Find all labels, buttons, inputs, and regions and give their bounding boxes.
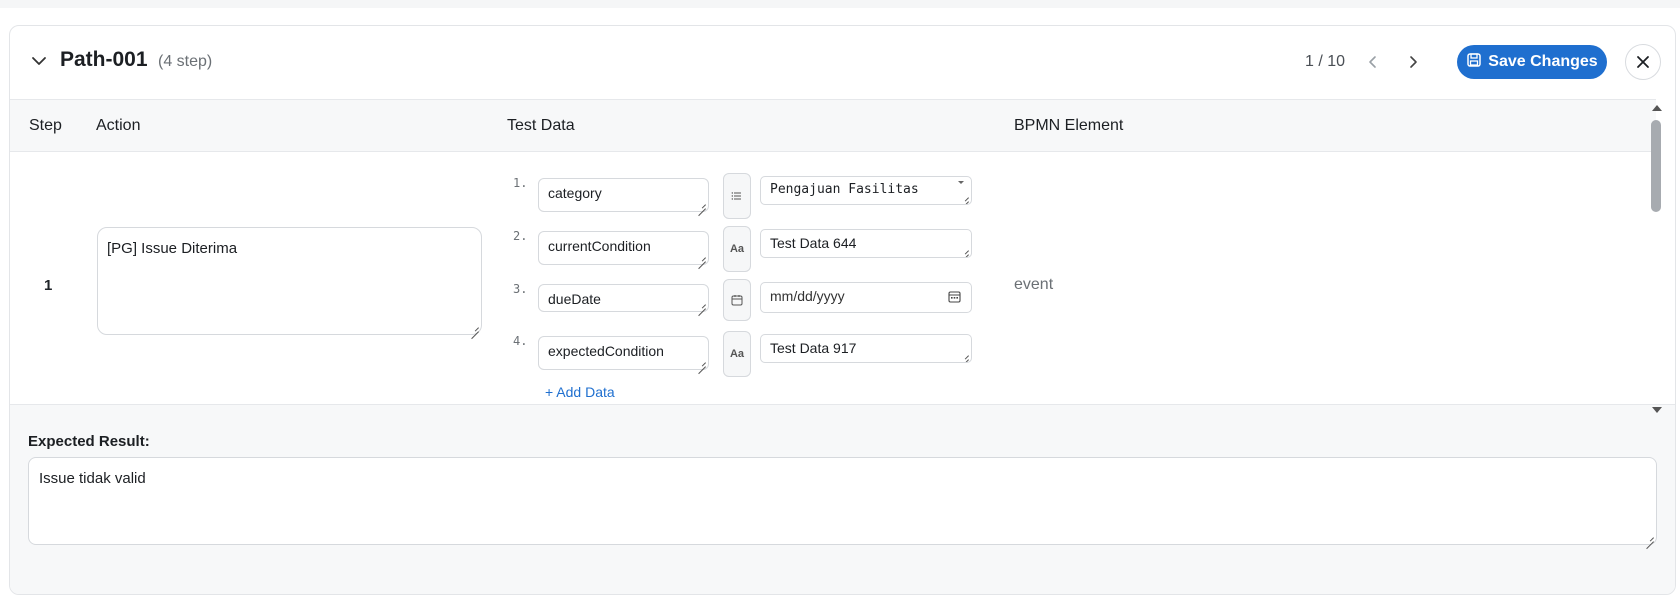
test-data-value-select[interactable]: Pengajuan Fasilitas [760, 176, 972, 205]
save-changes-label: Save Changes [1488, 53, 1598, 70]
save-icon [1466, 52, 1482, 73]
column-header-action: Action [96, 117, 141, 134]
resize-handle-icon[interactable] [470, 323, 479, 332]
test-data-value-text: Pengajuan Fasilitas [770, 182, 919, 197]
resize-handle-icon[interactable] [960, 193, 969, 202]
test-data-key-input[interactable]: dueDate [538, 284, 709, 312]
type-toggle-button[interactable]: Aa [723, 226, 751, 272]
test-data-value-input[interactable]: Test Data 644 [760, 229, 972, 258]
test-data-value-text: Test Data 917 [770, 340, 857, 356]
save-changes-button[interactable]: Save Changes [1457, 45, 1607, 79]
chevron-left-icon [1369, 56, 1376, 68]
test-data-key-text: category [548, 185, 602, 201]
test-data-value-text: Test Data 644 [770, 235, 857, 251]
test-data-item: 2. currentCondition Aa Test Data 644 [513, 226, 983, 275]
test-data-item: 3. dueDate mm/dd/yyyy [513, 279, 983, 328]
test-data-key-input[interactable]: expectedCondition [538, 336, 709, 370]
next-path-button[interactable] [1401, 50, 1425, 74]
scroll-down-arrow-icon[interactable] [1652, 407, 1662, 413]
test-data-key-text: currentCondition [548, 238, 651, 254]
chevron-down-icon[interactable] [30, 52, 48, 70]
test-data-key-input[interactable]: category [538, 178, 709, 212]
resize-handle-icon[interactable] [960, 351, 969, 360]
calendar-icon [731, 295, 743, 306]
bpmn-element-value: event [1014, 276, 1054, 293]
test-data-number: 2. [513, 229, 528, 243]
action-textarea[interactable]: [PG] Issue Diterima [97, 227, 482, 335]
scrollbar-thumb[interactable] [1651, 120, 1661, 212]
resize-handle-icon[interactable] [697, 358, 706, 367]
steps-table: Step Action Test Data BPMN Element 1 [PG… [10, 99, 1656, 404]
text-type-icon: Aa [729, 348, 745, 360]
dropdown-icon[interactable] [952, 177, 969, 189]
column-header-bpmn-element: BPMN Element [1014, 117, 1124, 134]
date-placeholder: mm/dd/yyyy [770, 288, 845, 304]
test-data-key-text: dueDate [548, 291, 601, 307]
column-header-step: Step [29, 117, 62, 134]
test-data-item: 1. category Pengajuan Fasilitas [513, 173, 983, 222]
scroll-up-arrow-icon[interactable] [1652, 105, 1662, 111]
due-date-input[interactable]: mm/dd/yyyy [760, 282, 972, 313]
column-header-test-data: Test Data [507, 117, 575, 134]
calendar-picker-icon[interactable] [948, 290, 961, 306]
test-data-item: 4. expectedCondition Aa Test Data 917 [513, 331, 983, 380]
step-number: 1 [44, 277, 53, 294]
expected-result-section: Expected Result: Issue tidak valid [10, 404, 1675, 594]
prev-path-button[interactable] [1361, 50, 1385, 74]
resize-handle-icon[interactable] [697, 200, 706, 209]
path-title: Path-001 [60, 48, 148, 71]
test-data-key-text: expectedCondition [548, 343, 664, 359]
table-scrollbar[interactable] [1648, 98, 1664, 418]
test-data-key-input[interactable]: currentCondition [538, 231, 709, 265]
resize-handle-icon[interactable] [697, 300, 706, 309]
test-data-number: 4. [513, 334, 528, 348]
step-count: (4 step) [158, 53, 213, 70]
top-strip [0, 0, 1680, 8]
test-data-number: 1. [513, 176, 528, 190]
resize-handle-icon[interactable] [697, 253, 706, 262]
expected-result-textarea[interactable]: Issue tidak valid [28, 457, 1657, 545]
expected-result-text: Issue tidak valid [39, 470, 146, 487]
pager-indicator: 1 / 10 [1305, 53, 1346, 70]
text-type-icon: Aa [729, 243, 745, 255]
type-toggle-button[interactable] [723, 279, 751, 321]
table-header: Step Action Test Data BPMN Element [10, 100, 1656, 152]
expected-result-label: Expected Result: [28, 433, 150, 450]
resize-handle-icon[interactable] [1645, 533, 1654, 542]
chevron-right-icon [1410, 56, 1417, 68]
test-data-value-input[interactable]: Test Data 917 [760, 334, 972, 363]
type-toggle-button[interactable]: Aa [723, 331, 751, 377]
path-header: Path-001 (4 step) 1 / 10 Save Changes [10, 26, 1675, 99]
type-toggle-button[interactable] [723, 173, 751, 219]
close-icon [1637, 56, 1649, 68]
close-button[interactable] [1625, 44, 1661, 80]
path-card: Path-001 (4 step) 1 / 10 Save Changes St… [9, 25, 1676, 595]
resize-handle-icon[interactable] [960, 246, 969, 255]
add-data-button[interactable]: + Add Data [545, 384, 615, 400]
list-icon [731, 192, 741, 200]
table-row: 1 [PG] Issue Diterima 1. category Pengaj… [10, 152, 1656, 404]
test-data-number: 3. [513, 282, 528, 296]
action-text: [PG] Issue Diterima [107, 240, 238, 257]
